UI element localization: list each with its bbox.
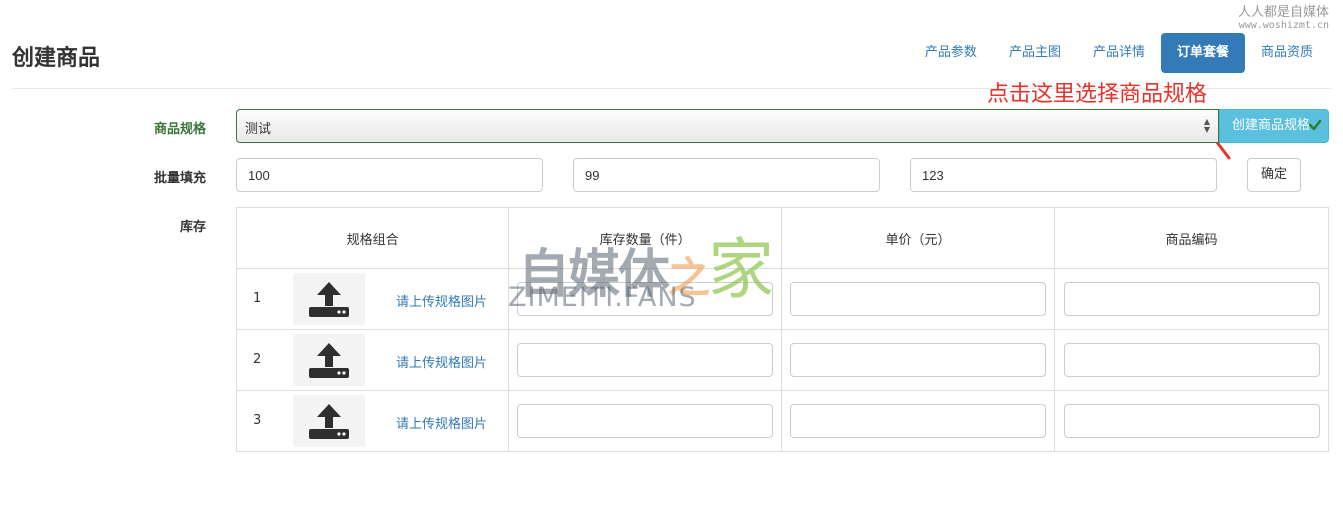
create-spec-button[interactable]: 创建商品规格 xyxy=(1219,109,1329,143)
table-row: 3 请上传规格图片 xyxy=(235,390,1329,452)
upload-image-button[interactable] xyxy=(293,395,365,447)
stock-quantity-input[interactable] xyxy=(517,404,774,438)
product-code-input[interactable] xyxy=(1063,404,1320,438)
header-stock-quantity: 库存数量（件） xyxy=(508,207,783,269)
tab-product-qualification[interactable]: 商品资质 xyxy=(1245,33,1329,73)
watermark-site-line2: www.woshizmt.cn xyxy=(1238,20,1329,32)
spec-select-value: 测试 xyxy=(245,122,272,137)
tab-order-package[interactable]: 订单套餐 xyxy=(1160,33,1245,73)
product-code-input[interactable] xyxy=(1063,282,1320,316)
row-number: 1 xyxy=(253,291,262,306)
header-spec-combination: 规格组合 xyxy=(235,207,510,269)
tab-product-params[interactable]: 产品参数 xyxy=(909,33,993,73)
watermark-site-name: 人人都是自媒体 www.woshizmt.cn xyxy=(1237,5,1329,32)
stock-quantity-input[interactable] xyxy=(517,282,774,316)
stock-table: 规格组合 库存数量（件） 单价（元） 商品编码 1 请上传规格图片 2 请上传规… xyxy=(235,207,1329,452)
upload-icon xyxy=(309,404,349,439)
unit-price-input[interactable] xyxy=(790,282,1047,316)
stock-label: 库存 xyxy=(179,220,206,235)
row-number: 2 xyxy=(253,352,262,367)
batch-code-input[interactable] xyxy=(910,158,1217,192)
table-row: 1 请上传规格图片 xyxy=(235,268,1329,330)
stock-table-header: 规格组合 库存数量（件） 单价（元） 商品编码 xyxy=(235,207,1329,269)
spec-cell: 2 请上传规格图片 xyxy=(237,330,508,390)
tab-product-details[interactable]: 产品详情 xyxy=(1077,33,1161,73)
unit-price-input[interactable] xyxy=(790,343,1047,377)
confirm-button[interactable]: 确定 xyxy=(1247,158,1301,192)
product-tabs: 产品参数 产品主图 产品详情 订单套餐 商品资质 xyxy=(909,33,1329,73)
upload-image-button[interactable] xyxy=(293,334,365,386)
upload-image-button[interactable] xyxy=(293,273,365,325)
batch-fill-label: 批量填充 xyxy=(153,171,206,186)
row-number: 3 xyxy=(253,413,262,428)
spec-label: 商品规格 xyxy=(153,122,206,137)
check-icon xyxy=(1308,119,1322,131)
tab-product-main-image[interactable]: 产品主图 xyxy=(993,33,1077,73)
batch-stock-input[interactable] xyxy=(236,158,543,192)
upload-spec-image-link[interactable]: 请上传规格图片 xyxy=(396,352,487,371)
spec-cell: 1 请上传规格图片 xyxy=(237,269,508,329)
watermark-site-line1: 人人都是自媒体 xyxy=(1237,5,1329,20)
spec-cell: 3 请上传规格图片 xyxy=(237,391,508,451)
page-title: 创建商品 xyxy=(12,46,101,71)
upload-spec-image-link[interactable]: 请上传规格图片 xyxy=(396,291,487,310)
create-spec-button-label: 创建商品规格 xyxy=(1232,118,1311,133)
upload-icon xyxy=(309,282,349,317)
batch-price-input[interactable] xyxy=(573,158,880,192)
header-product-code: 商品编码 xyxy=(1054,207,1329,269)
stock-quantity-input[interactable] xyxy=(517,343,774,377)
unit-price-input[interactable] xyxy=(790,404,1047,438)
upload-spec-image-link[interactable]: 请上传规格图片 xyxy=(396,413,487,432)
annotation-text: 点击这里选择商品规格 xyxy=(987,82,1208,107)
spec-select[interactable]: 测试 ▲ ▼ xyxy=(236,109,1219,143)
table-row: 2 请上传规格图片 xyxy=(235,329,1329,391)
header-unit-price: 单价（元） xyxy=(781,207,1056,269)
select-arrows-icon: ▲ ▼ xyxy=(1203,117,1210,134)
product-code-input[interactable] xyxy=(1063,343,1320,377)
upload-icon xyxy=(309,343,349,378)
